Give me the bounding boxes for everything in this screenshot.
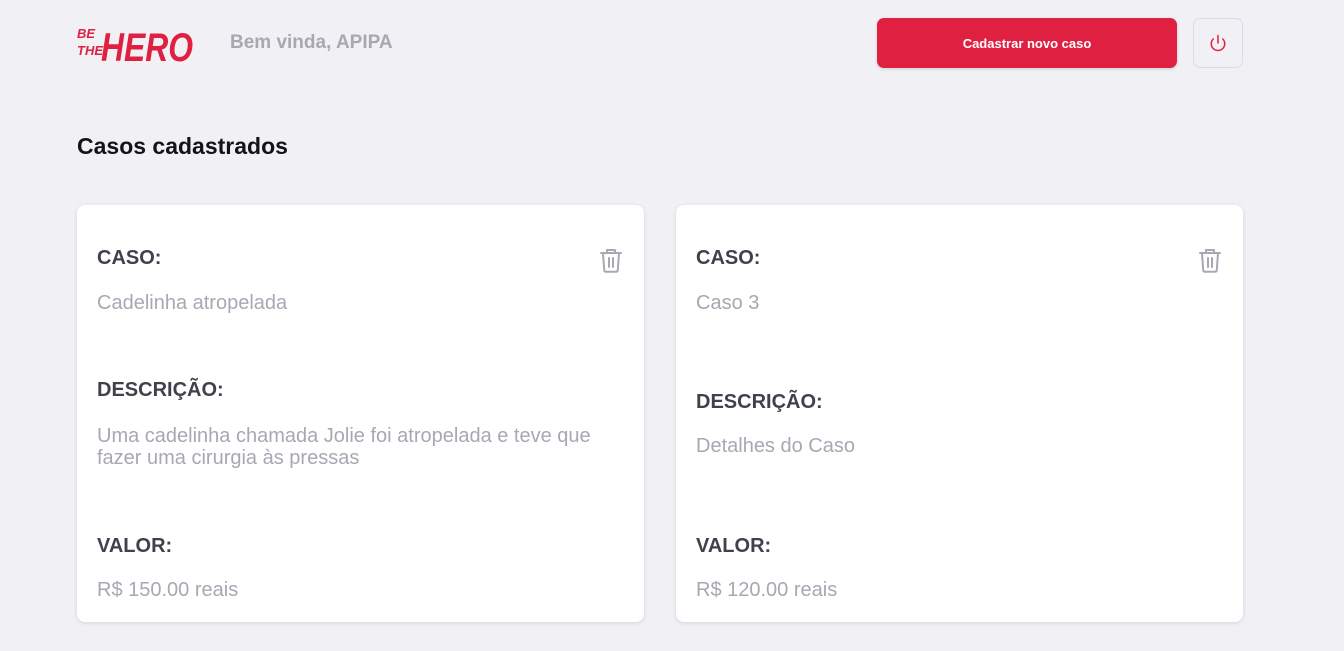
- value-label: VALOR:: [696, 535, 772, 557]
- trash-icon: [1199, 249, 1221, 273]
- case-card: CASO: Caso 3 DESCRIÇÃO: Detalhes do Caso…: [676, 205, 1243, 622]
- logout-button[interactable]: [1193, 18, 1243, 68]
- value-amount: R$ 120.00 reais: [696, 579, 838, 601]
- description-value: Detalhes do Caso: [696, 435, 855, 457]
- description-label: DESCRIÇÃO:: [696, 391, 823, 413]
- be-the-hero-logo: BE THE HERO: [77, 26, 193, 68]
- page-title: Casos cadastrados: [77, 133, 288, 159]
- power-icon: [1210, 34, 1226, 52]
- description-value: Uma cadelinha chamada Jolie foi atropela…: [97, 425, 591, 469]
- delete-case-button[interactable]: [1198, 247, 1222, 273]
- header: BE THE HERO Bem vinda, APIPA Cadastrar n…: [77, 18, 1243, 68]
- svg-text:THE: THE: [77, 43, 103, 58]
- value-amount: R$ 150.00 reais: [97, 579, 239, 601]
- value-label: VALOR:: [97, 535, 173, 557]
- svg-text:HERO: HERO: [101, 26, 193, 68]
- case-value: Caso 3: [696, 292, 760, 314]
- welcome-text: Bem vinda, APIPA: [230, 32, 393, 53]
- delete-case-button[interactable]: [599, 247, 623, 273]
- trash-icon: [600, 249, 622, 273]
- case-value: Cadelinha atropelada: [97, 292, 288, 314]
- description-label: DESCRIÇÃO:: [97, 379, 224, 401]
- case-label: CASO:: [696, 247, 761, 269]
- case-card: CASO: Cadelinha atropelada DESCRIÇÃO: Um…: [77, 205, 644, 622]
- new-case-button[interactable]: Cadastrar novo caso: [877, 18, 1177, 68]
- svg-text:BE: BE: [77, 26, 95, 41]
- case-label: CASO:: [97, 247, 162, 269]
